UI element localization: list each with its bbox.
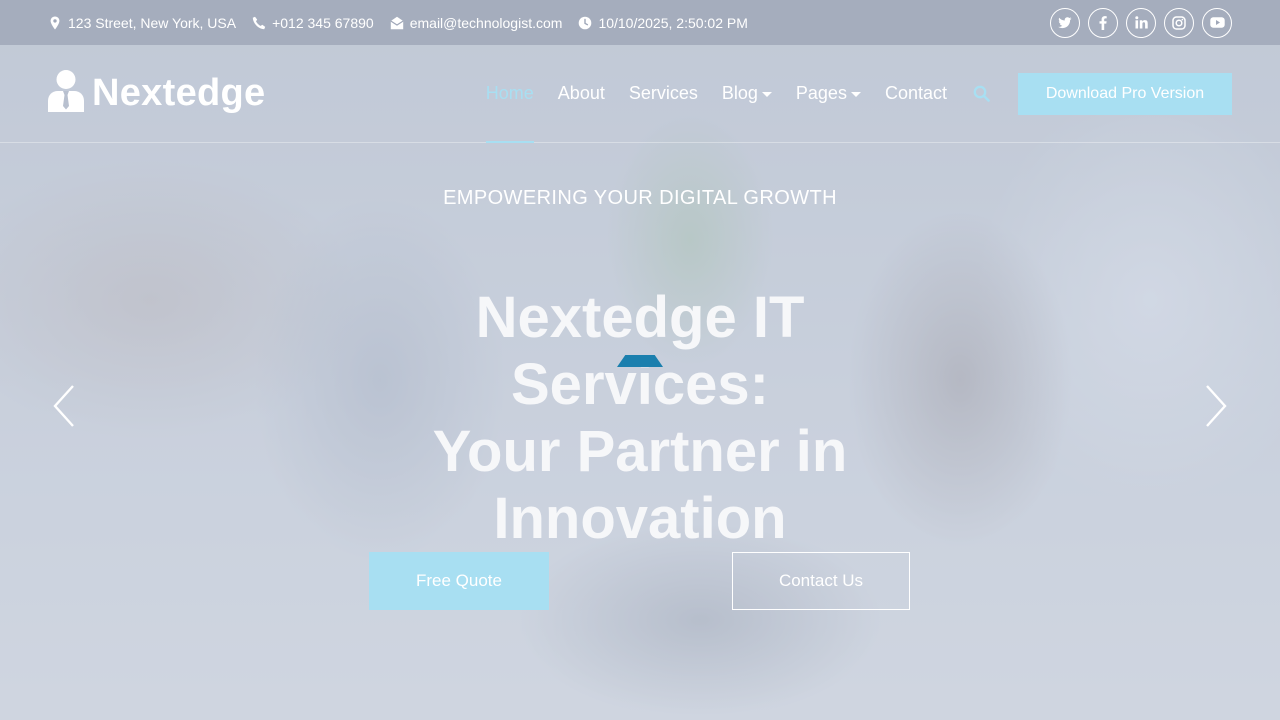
download-pro-button[interactable]: Download Pro Version	[1018, 72, 1232, 115]
nav-blog-dropdown[interactable]: Blog	[710, 45, 784, 143]
brand-logo[interactable]: Nextedge	[48, 70, 265, 117]
nav-services[interactable]: Services	[617, 45, 710, 143]
nav-home[interactable]: Home	[474, 45, 546, 143]
hero-subtitle: EMPOWERING YOUR DIGITAL GROWTH	[443, 187, 837, 209]
facebook-icon[interactable]	[1088, 7, 1118, 38]
envelope-open-icon	[390, 16, 404, 30]
email-text: email@technologist.com	[409, 14, 563, 31]
linkedin-icon[interactable]	[1126, 7, 1156, 38]
free-quote-button[interactable]: Free Quote	[369, 552, 549, 610]
phone-text: +012 345 67890	[272, 14, 374, 31]
map-pin-icon	[48, 16, 62, 30]
datetime-item: 10/10/2025, 2:50:02 PM	[578, 14, 748, 31]
datetime-text: 10/10/2025, 2:50:02 PM	[598, 14, 748, 31]
phone-icon	[252, 16, 266, 30]
brand-name: Nextedge	[92, 72, 266, 114]
nav-pages-dropdown[interactable]: Pages	[784, 45, 873, 143]
phone-item: +012 345 67890	[252, 15, 374, 31]
nav-contact[interactable]: Contact	[873, 45, 959, 143]
hero-headline-line: Your Partner in	[432, 419, 848, 484]
address-item: 123 Street, New York, USA	[48, 15, 236, 31]
caret-down-icon	[761, 92, 772, 97]
clock-icon	[578, 16, 592, 30]
nav-pages-label: Pages	[795, 83, 847, 103]
email-item: email@technologist.com	[390, 14, 563, 31]
chevron-right-icon[interactable]	[1204, 384, 1228, 428]
social-links	[1050, 7, 1232, 38]
address-text: 123 Street, New York, USA	[68, 14, 237, 31]
chevron-left-icon[interactable]	[52, 384, 76, 428]
main-navbar: Nextedge Home About Services Blog Pages …	[0, 45, 1280, 143]
user-tie-icon	[48, 70, 84, 117]
youtube-icon[interactable]	[1202, 7, 1232, 38]
nav-blog-label: Blog	[721, 83, 758, 103]
hero-headline-line: Nextedge IT Services:	[475, 285, 805, 417]
hero-headline: Nextedge IT Services: Your Partner in In…	[340, 284, 940, 552]
contact-us-button[interactable]: Contact Us	[732, 552, 910, 610]
top-bar: 123 Street, New York, USA +012 345 67890…	[0, 0, 1280, 45]
hero-headline-line: Innovation	[493, 486, 787, 551]
nav-about[interactable]: About	[546, 45, 617, 143]
search-icon[interactable]	[959, 45, 1006, 143]
caret-down-icon	[850, 92, 861, 97]
instagram-icon[interactable]	[1164, 7, 1194, 38]
nav-links: Home About Services Blog Pages Contact D…	[474, 45, 1232, 143]
twitter-icon[interactable]	[1050, 7, 1080, 38]
